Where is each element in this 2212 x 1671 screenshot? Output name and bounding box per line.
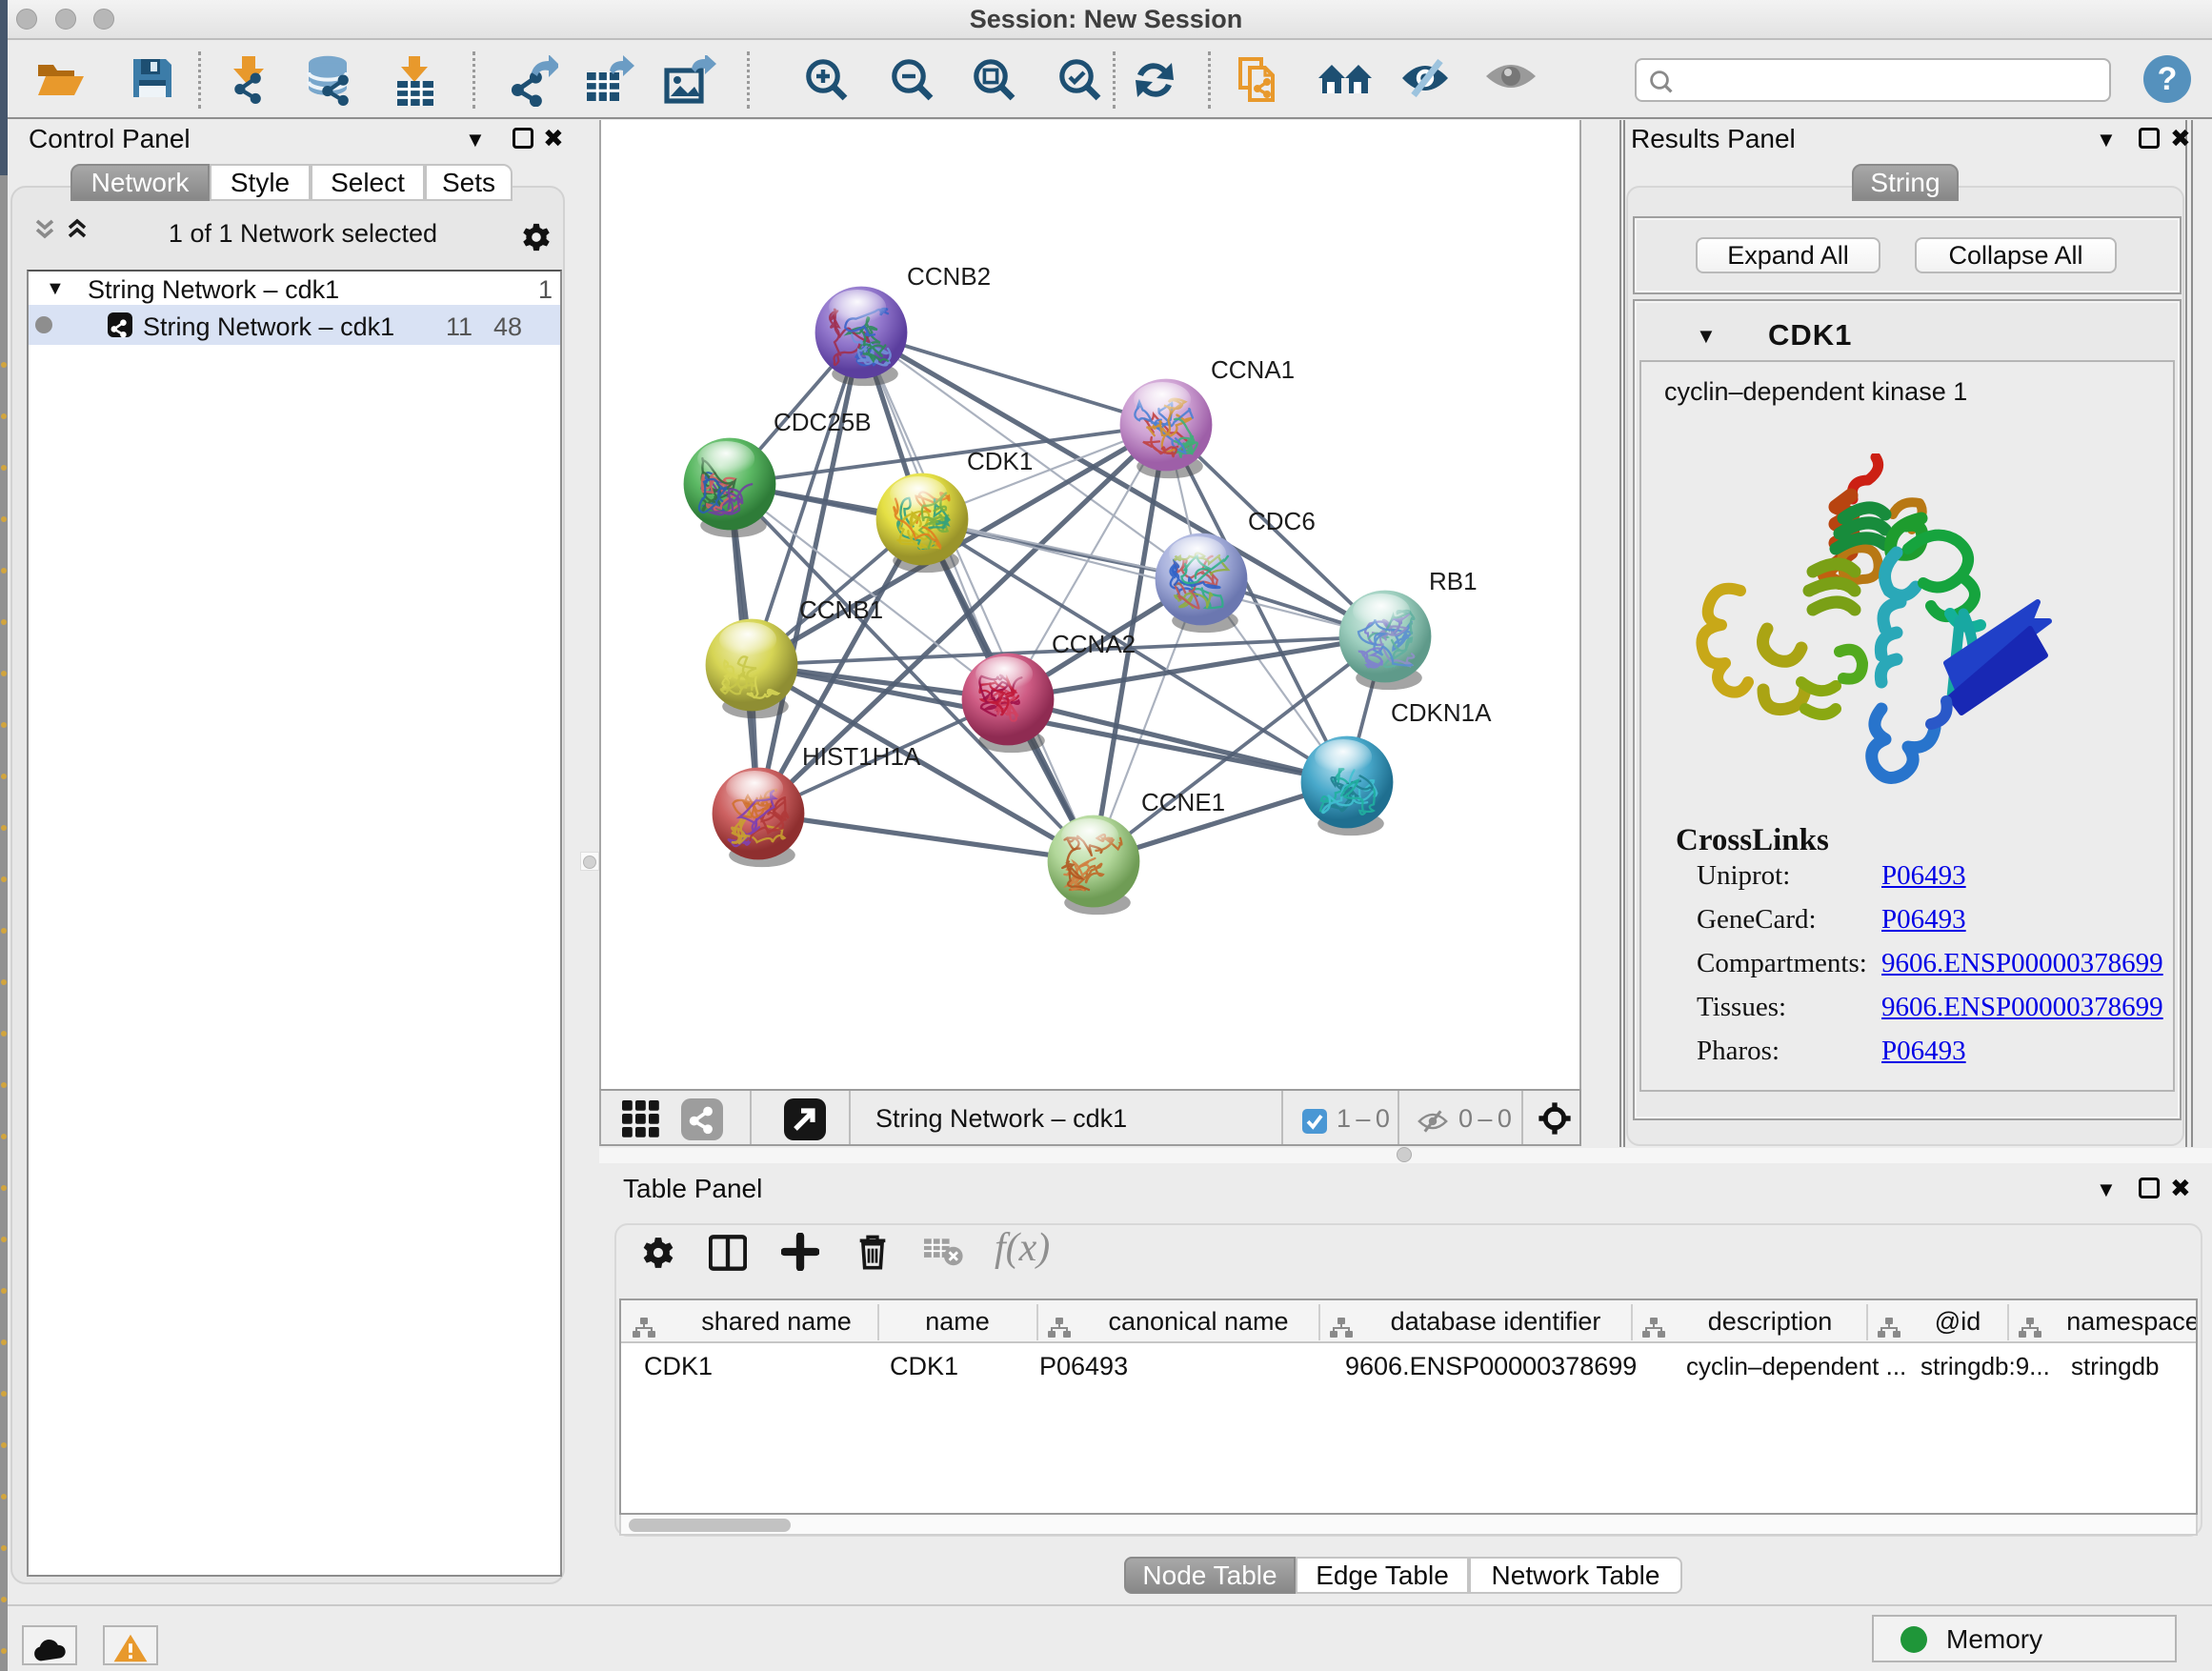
- svg-text:CDC6: CDC6: [1248, 507, 1316, 535]
- svg-text:CCNA2: CCNA2: [1052, 630, 1136, 658]
- svg-text:HIST1H1A: HIST1H1A: [802, 742, 921, 771]
- svg-text:CCNB2: CCNB2: [907, 262, 991, 291]
- svg-text:CDK1: CDK1: [967, 447, 1033, 475]
- svg-text:CDKN1A: CDKN1A: [1391, 698, 1492, 727]
- svg-text:CCNA1: CCNA1: [1211, 355, 1295, 384]
- svg-text:RB1: RB1: [1429, 567, 1478, 595]
- svg-text:CDC25B: CDC25B: [774, 408, 872, 436]
- svg-text:CCNE1: CCNE1: [1141, 788, 1225, 816]
- svg-text:CCNB1: CCNB1: [799, 595, 883, 624]
